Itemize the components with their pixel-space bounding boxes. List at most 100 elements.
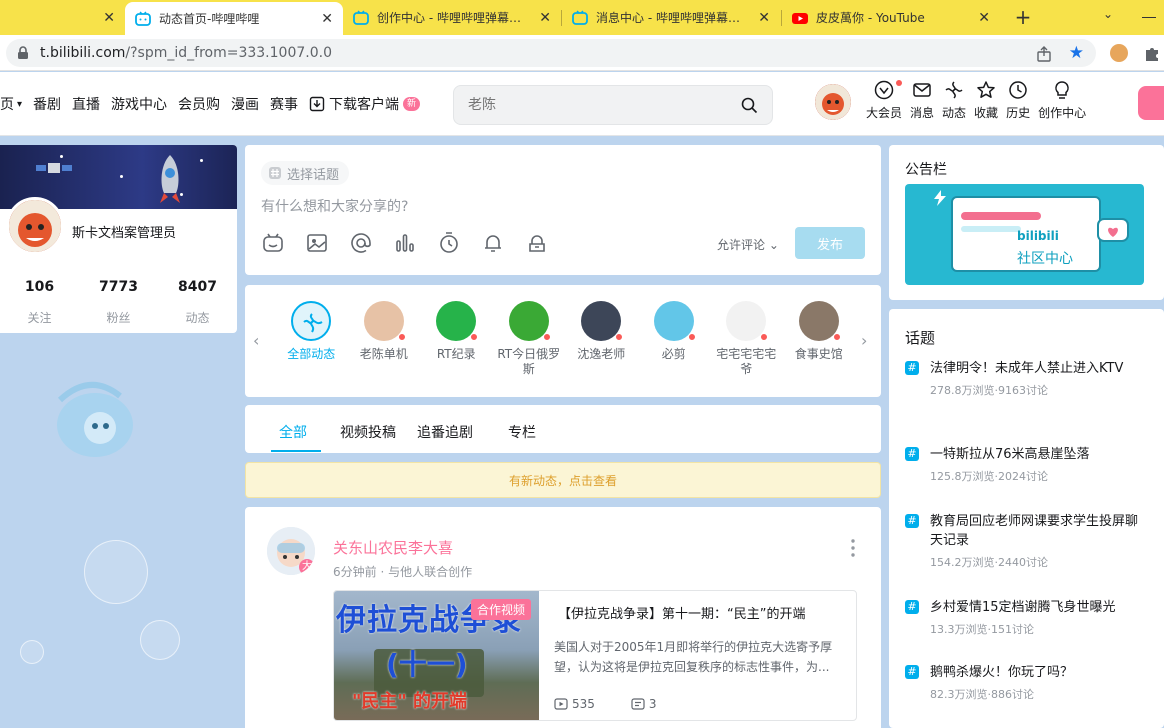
stat-dynamics[interactable]: 8407 动态 [158,279,237,326]
nav-live[interactable]: 直播 [72,94,100,114]
browser-tab-partial[interactable]: ✕ [0,0,125,35]
browser-tab-messages[interactable]: 消息中心 - 哔哩哔哩弹幕视频网 ✕ [562,0,780,35]
dynamic-icon [945,81,963,99]
following-item[interactable]: 必剪 [638,301,711,377]
following-item[interactable]: 食事史馆 [783,301,856,377]
topic-item[interactable]: # 法律明令！未成年人禁止进入KTV 278.8万浏览·9163讨论 [905,359,1149,398]
community-center-banner[interactable]: bilibili 社区中心 [905,184,1144,285]
topic-item[interactable]: # 一特斯拉从76米高悬崖坠落 125.8万浏览·2024讨论 [905,445,1149,484]
puzzle-extensions-icon[interactable] [1143,44,1161,62]
tab-title: 创作中心 - 哔哩哔哩弹幕视频网 [377,11,545,25]
profile-avatar[interactable] [6,197,64,255]
user-avatar[interactable] [815,84,851,120]
topic-item[interactable]: # 乡村爱情15定档谢腾飞身世曝光 13.3万浏览·151讨论 [905,598,1149,637]
rocket-icon [160,155,180,203]
all-dynamics-avatar [291,301,332,341]
url-host: t.bilibili.com [40,45,126,61]
browser-tab-youtube[interactable]: 皮皮萬你 - YouTube ✕ [782,0,1000,35]
emoji-icon[interactable] [261,231,285,255]
select-topic-button[interactable]: 选择话题 [261,161,350,185]
message-button[interactable]: 消息 [910,80,934,121]
nav-mall[interactable]: 会员购 [178,94,220,114]
tab-title: 皮皮萬你 - YouTube [816,11,925,25]
chevron-right-icon[interactable]: › [861,331,867,350]
close-icon[interactable]: ✕ [103,10,115,26]
new-dynamics-notice[interactable]: 有新动态，点击查看 [245,462,881,498]
topic-hash-icon: # [905,600,919,614]
tiger-avatar-icon [815,84,851,120]
following-item[interactable]: 沈逸老师 [565,301,638,377]
tab-bangumi[interactable]: 追番追剧 [417,422,473,442]
minimize-icon[interactable] [1142,17,1156,18]
tab-search-chevron-icon[interactable]: ⌄ [1098,7,1118,27]
history-icon [1009,81,1027,99]
video-card[interactable]: 伊拉克战争录 (十一) "民主" 的开端 合作视频 【伊拉克战争录】第十一期：“… [333,590,857,721]
feed-post: 大 关东山农民李大喜 6分钟前 · 与他人联合创作 伊拉克战争录 (十一) "民… [245,507,881,728]
video-thumbnail[interactable]: 伊拉克战争录 (十一) "民主" 的开端 合作视频 [334,591,539,720]
topic-item[interactable]: # 教育局回应老师网课要求学生投屏聊天记录 154.2万浏览·2440讨论 [905,512,1149,570]
upload-button[interactable] [1138,86,1164,120]
nav-game-center[interactable]: 游戏中心 [111,94,167,114]
profile-username[interactable]: 斯卡文档案管理员 [72,222,176,241]
bilibili-favicon-icon [353,9,369,25]
search-input[interactable] [468,97,728,113]
lottery-icon[interactable] [525,231,549,255]
nav-bangumi[interactable]: 番剧 [33,94,61,114]
topic-item[interactable]: # 鹅鸭杀爆火！你玩了吗？ 82.3万浏览·886讨论 [905,663,1149,702]
tab-video[interactable]: 视频投稿 [340,422,396,442]
danmaku-icon [631,698,645,710]
timer-icon[interactable] [437,231,461,255]
tab-article[interactable]: 专栏 [508,422,536,442]
close-icon[interactable]: ✕ [321,11,333,27]
bookmark-star-icon[interactable]: ★ [1069,44,1084,62]
mascot-illustration [57,381,133,457]
vip-button[interactable]: 大会员 [866,80,903,121]
following-item[interactable]: 老陈单机 [348,301,421,377]
allow-comment-dropdown[interactable]: 允许评论 ⌄ [717,236,779,253]
stat-following[interactable]: 106 关注 [0,279,79,326]
url-omnibox[interactable]: t.bilibili.com/?spm_id_from=333.1007.0.0… [6,39,1096,67]
mention-icon[interactable] [349,231,373,255]
following-avatar [508,301,551,341]
post-author-name[interactable]: 关东山农民李大喜 [333,537,453,558]
close-icon[interactable]: ✕ [539,10,551,26]
history-button[interactable]: 历史 [1006,80,1030,121]
publish-input[interactable]: 有什么想和大家分享的? [261,196,408,216]
search-icon[interactable] [741,97,758,114]
following-item[interactable]: RT今日俄罗斯 [493,301,566,377]
topic-hash-icon: # [905,361,919,375]
video-stats: 535 3 [554,697,693,711]
nav-manga[interactable]: 漫画 [231,94,259,114]
browser-tab-dynamic[interactable]: 动态首页-哔哩哔哩 ✕ [125,2,343,35]
extension-avatar-icon[interactable] [1110,44,1128,62]
nav-esports[interactable]: 赛事 [270,94,298,114]
chevron-left-icon[interactable]: ‹ [253,331,259,350]
post-author-avatar[interactable]: 大 [267,527,315,575]
following-item[interactable]: 宅宅宅宅宅爷 [710,301,783,377]
lock-icon[interactable] [16,46,30,60]
nav-download-client[interactable]: 下载客户端 新 [309,94,421,114]
following-strip: ‹ 全部动态 老陈单机 RT纪录 RT今日俄罗斯 沈逸老师 必剪 宅宅宅宅宅爷 … [245,285,881,397]
browser-tab-creator[interactable]: 创作中心 - 哔哩哔哩弹幕视频网 ✕ [343,0,561,35]
tab-all[interactable]: 全部 [279,422,307,442]
publish-submit-button[interactable]: 发布 [795,227,865,259]
stat-fans[interactable]: 7773 粉丝 [79,279,158,326]
image-icon[interactable] [305,231,329,255]
video-title[interactable]: 【伊拉克战争录】第十一期：“民主”的开端 [558,603,805,622]
favorite-button[interactable]: 收藏 [974,80,998,121]
bell-reminder-icon[interactable] [481,231,505,255]
more-options-icon[interactable] [851,539,855,557]
creator-center-button[interactable]: 创作中心 [1038,80,1086,121]
browser-tab-bar: ✕ 动态首页-哔哩哔哩 ✕ 创作中心 - 哔哩哔哩弹幕视频网 ✕ 消息中心 - … [0,0,1164,35]
following-item[interactable]: RT纪录 [420,301,493,377]
new-tab-button[interactable]: + [1010,4,1036,30]
share-icon[interactable] [1036,46,1052,62]
chevron-down-icon: ▾ [17,98,23,110]
close-icon[interactable]: ✕ [758,10,770,26]
vote-chart-icon[interactable] [393,231,417,255]
search-box[interactable] [453,85,773,125]
close-icon[interactable]: ✕ [978,10,990,26]
nav-home[interactable]: 首页▾ [0,94,22,114]
dynamic-button[interactable]: 动态 [942,80,966,121]
following-all-dynamics[interactable]: 全部动态 [275,301,348,377]
